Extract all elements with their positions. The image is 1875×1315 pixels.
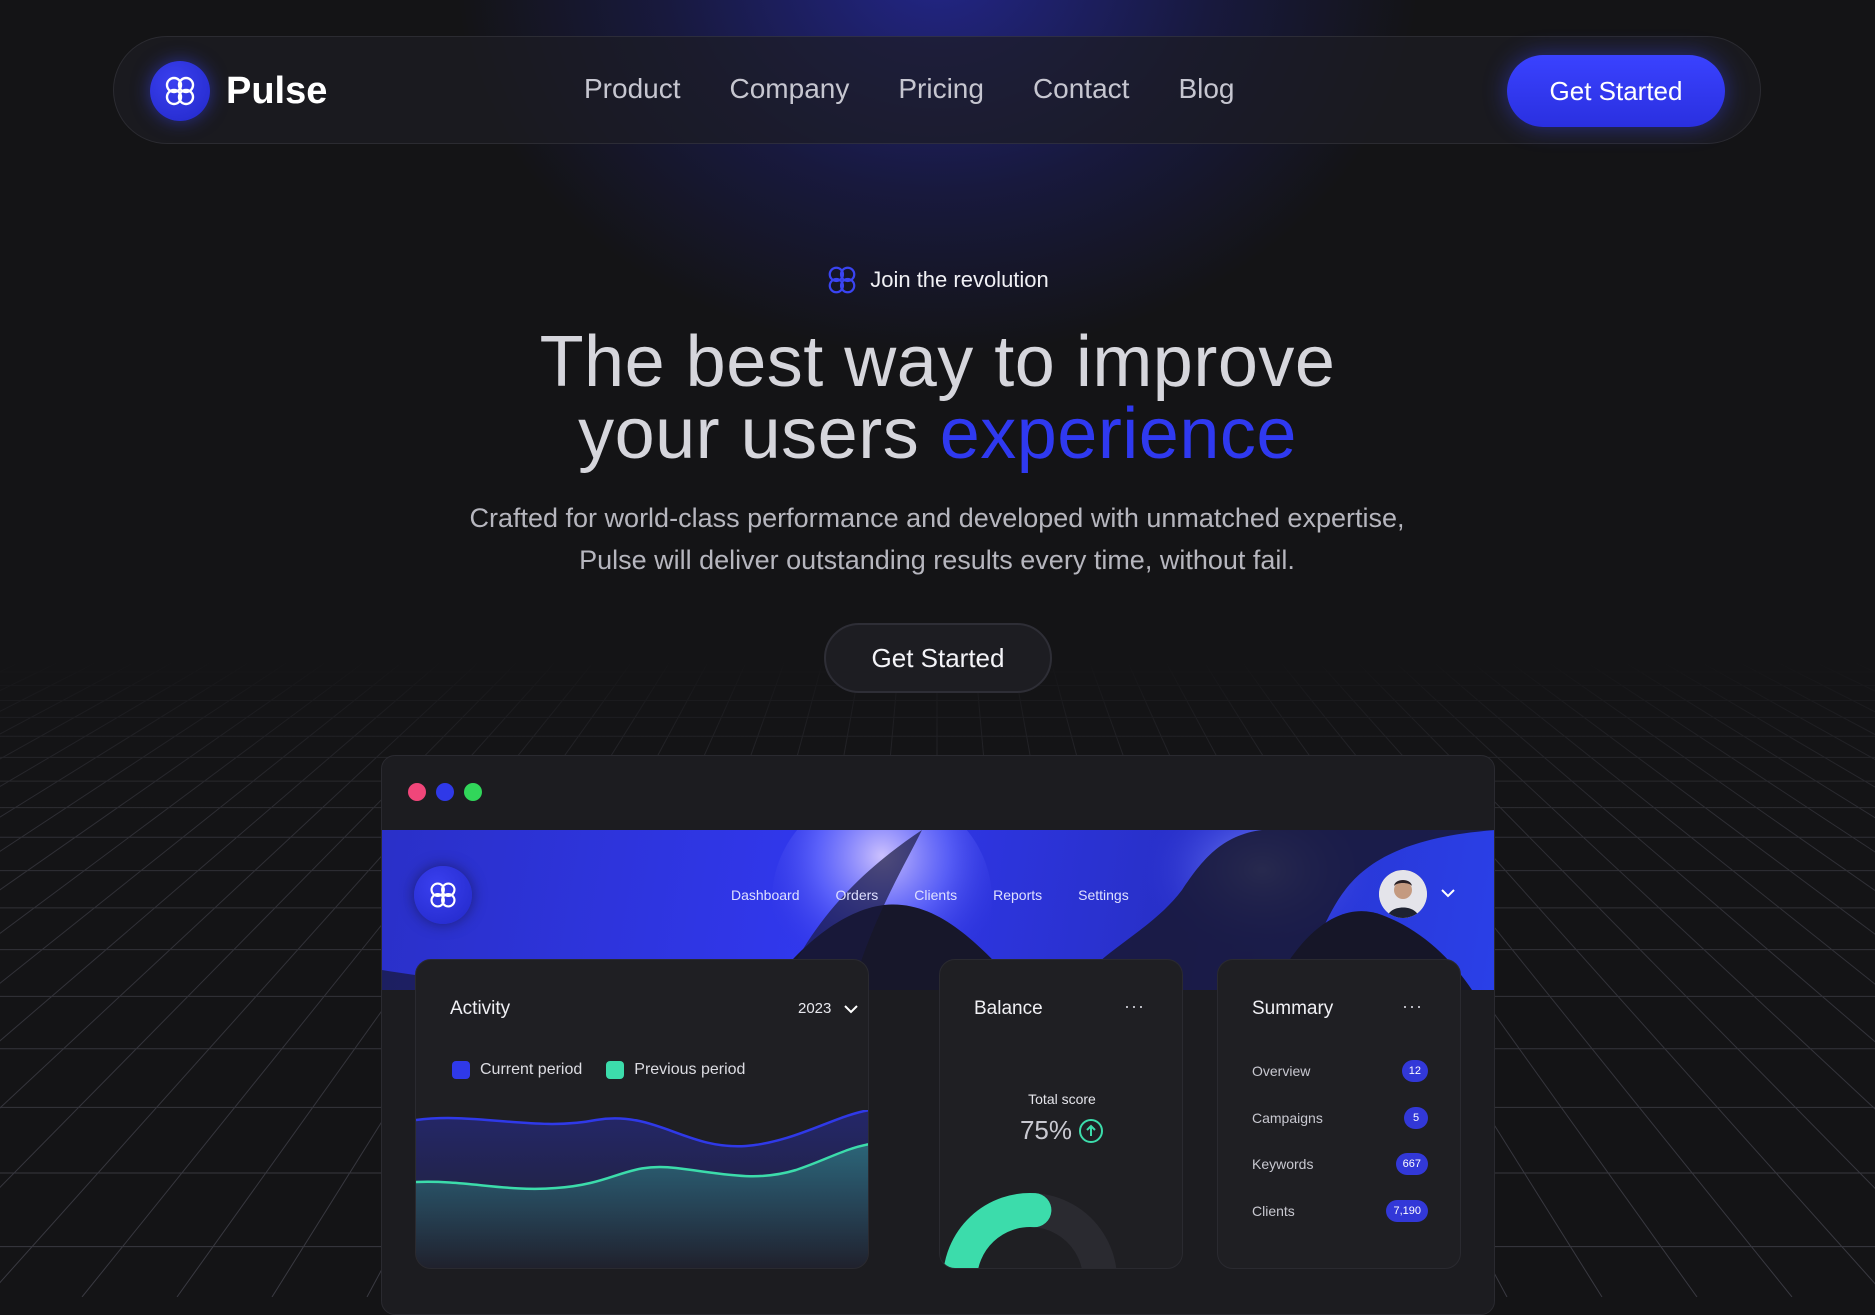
app-preview-window: Dashboard Orders Clients Reports Setting… bbox=[381, 755, 1495, 1315]
nav-link-contact[interactable]: Contact bbox=[1033, 73, 1130, 105]
summary-row-label: Keywords bbox=[1252, 1156, 1314, 1172]
summary-row-keywords[interactable]: Keywords 667 bbox=[1252, 1153, 1428, 1175]
nav-link-product[interactable]: Product bbox=[584, 73, 681, 105]
eyebrow: Join the revolution bbox=[0, 264, 1875, 296]
arrow-up-circle-icon bbox=[1079, 1118, 1104, 1143]
headline-line-1: The best way to improve bbox=[539, 322, 1336, 402]
get-started-button[interactable]: Get Started bbox=[1507, 55, 1725, 127]
brand-name: Pulse bbox=[226, 69, 328, 112]
count-badge: 5 bbox=[1404, 1107, 1428, 1129]
activity-legend: Current period Previous period bbox=[452, 1061, 769, 1079]
tab-dashboard[interactable]: Dashboard bbox=[731, 887, 800, 903]
year-value: 2023 bbox=[798, 1000, 832, 1017]
total-score-value: 75% bbox=[1019, 1115, 1073, 1145]
summary-row-label: Campaigns bbox=[1252, 1110, 1323, 1126]
legend-current: Current period bbox=[452, 1061, 582, 1079]
summary-more-icon[interactable]: ··· bbox=[1402, 996, 1423, 1017]
pulse-mark-icon bbox=[828, 266, 856, 294]
count-badge: 12 bbox=[1401, 1060, 1428, 1082]
summary-title: Summary bbox=[1252, 998, 1334, 1019]
tab-orders[interactable]: Orders bbox=[836, 887, 879, 903]
legend-previous-label: Previous period bbox=[634, 1061, 746, 1078]
year-select[interactable]: 2023 bbox=[798, 1000, 859, 1017]
legend-current-swatch bbox=[452, 1061, 470, 1079]
summary-card: Summary ··· Overview 12 Campaigns 5 Keyw… bbox=[1217, 959, 1461, 1269]
total-score: 75% bbox=[940, 1115, 1182, 1146]
score-gauge bbox=[943, 1193, 1117, 1268]
headline-accent: experience bbox=[939, 394, 1297, 474]
nav-link-pricing[interactable]: Pricing bbox=[898, 73, 984, 105]
nav-links: Product Company Pricing Contact Blog bbox=[584, 73, 1283, 105]
gauge-value-arc bbox=[943, 1193, 1052, 1268]
balance-card: Balance ··· Total score 75% bbox=[939, 959, 1183, 1269]
tab-settings[interactable]: Settings bbox=[1078, 887, 1129, 903]
legend-previous: Previous period bbox=[606, 1061, 745, 1079]
window-minimize-dot[interactable] bbox=[436, 783, 454, 801]
window-maximize-dot[interactable] bbox=[464, 783, 482, 801]
tab-clients[interactable]: Clients bbox=[914, 887, 957, 903]
activity-card: Activity 2023 Current period Previous pe… bbox=[415, 959, 869, 1269]
hero-get-started-button[interactable]: Get Started bbox=[824, 623, 1052, 693]
top-navbar: Pulse Product Company Pricing Contact Bl… bbox=[113, 36, 1761, 144]
brand[interactable]: Pulse bbox=[150, 61, 327, 121]
tab-reports[interactable]: Reports bbox=[993, 887, 1042, 903]
pulse-logo-icon bbox=[150, 61, 210, 121]
chevron-down-icon[interactable] bbox=[1440, 887, 1456, 899]
app-tabs: Dashboard Orders Clients Reports Setting… bbox=[731, 887, 1165, 903]
chevron-down-icon bbox=[844, 1004, 859, 1013]
nav-link-blog[interactable]: Blog bbox=[1178, 73, 1234, 105]
user-avatar[interactable] bbox=[1379, 870, 1427, 918]
summary-row-label: Overview bbox=[1252, 1063, 1311, 1079]
headline-line-2: your users bbox=[578, 394, 940, 474]
nav-link-company[interactable]: Company bbox=[730, 73, 850, 105]
summary-row-overview[interactable]: Overview 12 bbox=[1252, 1060, 1428, 1082]
hero-headline: The best way to improve your users exper… bbox=[0, 326, 1875, 470]
summary-row-label: Clients bbox=[1252, 1203, 1295, 1219]
summary-row-campaigns[interactable]: Campaigns 5 bbox=[1252, 1107, 1428, 1129]
window-controls bbox=[408, 783, 492, 801]
activity-area-chart bbox=[416, 1110, 868, 1268]
count-badge: 667 bbox=[1395, 1153, 1428, 1175]
window-close-dot[interactable] bbox=[408, 783, 426, 801]
hero-subtitle: Crafted for world-class performance and … bbox=[469, 503, 1405, 575]
eyebrow-text: Join the revolution bbox=[870, 267, 1049, 292]
balance-title: Balance bbox=[974, 998, 1043, 1019]
legend-current-label: Current period bbox=[480, 1061, 583, 1078]
total-score-label: Total score bbox=[1028, 1091, 1096, 1107]
summary-row-clients[interactable]: Clients 7,190 bbox=[1252, 1200, 1428, 1222]
activity-title: Activity bbox=[450, 998, 511, 1019]
app-logo-icon[interactable] bbox=[414, 866, 472, 924]
count-badge: 7,190 bbox=[1386, 1200, 1428, 1222]
legend-previous-swatch bbox=[606, 1061, 625, 1079]
balance-more-icon[interactable]: ··· bbox=[1124, 996, 1145, 1017]
